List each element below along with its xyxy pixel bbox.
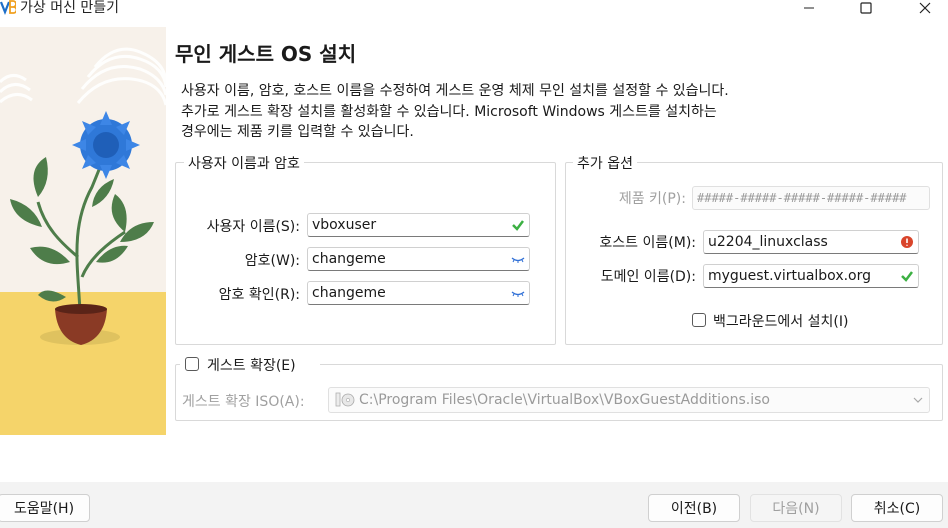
domain-label: 도메인 이름(D): xyxy=(600,269,696,285)
close-button[interactable] xyxy=(905,0,945,20)
guest-additions-checkbox[interactable] xyxy=(185,357,199,371)
product-key-label: 제품 키(P): xyxy=(618,191,686,207)
background-install-checkbox[interactable] xyxy=(692,313,706,327)
guest-additions-iso-select[interactable]: C:\Program Files\Oracle\VirtualBox\VBoxG… xyxy=(328,387,930,413)
page-heading: 무인 게스트 OS 설치 xyxy=(175,42,357,66)
guest-additions-label[interactable]: 게스트 확장(E) xyxy=(207,355,296,375)
password-label: 암호(W): xyxy=(244,253,300,269)
plant-illustration xyxy=(0,27,166,435)
domain-input[interactable]: myguest.virtualbox.org xyxy=(703,264,919,288)
next-button[interactable]: 다음(N) xyxy=(750,494,842,522)
maximize-icon xyxy=(860,2,872,14)
hostname-value: u2204_linuxclass xyxy=(708,234,828,250)
background-install-label[interactable]: 백그라운드에서 설치(I) xyxy=(713,311,848,331)
minimize-icon xyxy=(804,7,814,9)
error-icon xyxy=(901,236,913,248)
username-input[interactable]: vboxuser xyxy=(307,213,530,237)
username-label: 사용자 이름(S): xyxy=(206,219,300,235)
hostname-label: 호스트 이름(M): xyxy=(599,235,696,251)
virtualbox-logo-icon xyxy=(0,0,16,15)
guest-additions-iso-path: C:\Program Files\Oracle\VirtualBox\VBoxG… xyxy=(359,392,770,408)
options-group-legend: 추가 옵션 xyxy=(573,153,637,173)
eye-closed-icon[interactable] xyxy=(511,252,525,266)
description-line: 사용자 이름, 암호, 호스트 이름을 수정하여 게스트 운영 체제 무인 설치… xyxy=(181,83,729,99)
hostname-input[interactable]: u2204_linuxclass xyxy=(703,230,919,254)
description-line: 추가로 게스트 확장 설치를 활성화할 수 있습니다. Microsoft Wi… xyxy=(181,104,717,120)
back-button[interactable]: 이전(B) xyxy=(648,494,740,522)
guest-additions-iso-label: 게스트 확장 ISO(A): xyxy=(182,394,305,410)
password-confirm-label: 암호 확인(R): xyxy=(218,287,300,303)
username-value: vboxuser xyxy=(312,217,377,233)
password-value: changeme xyxy=(312,251,386,267)
password-input[interactable]: changeme xyxy=(307,247,530,271)
domain-value: myguest.virtualbox.org xyxy=(708,268,872,284)
maximize-button[interactable] xyxy=(846,0,886,20)
chevron-down-icon xyxy=(913,397,923,403)
check-icon xyxy=(512,220,524,231)
description-line: 경우에는 제품 키를 입력할 수 있습니다. xyxy=(181,124,414,140)
help-button[interactable]: 도움말(H) xyxy=(0,494,90,522)
cancel-button[interactable]: 취소(C) xyxy=(851,494,943,522)
eye-closed-icon[interactable] xyxy=(511,286,525,300)
window-title: 가상 머신 만들기 xyxy=(20,0,120,16)
check-icon xyxy=(901,271,913,282)
user-group-legend: 사용자 이름과 암호 xyxy=(184,153,304,173)
close-icon xyxy=(919,2,931,14)
password-confirm-value: changeme xyxy=(312,285,386,301)
password-confirm-input[interactable]: changeme xyxy=(307,281,530,305)
disc-icon xyxy=(335,392,355,407)
minimize-button[interactable] xyxy=(789,0,829,20)
product-key-input[interactable]: #####-#####-#####-#####-##### xyxy=(692,186,930,210)
